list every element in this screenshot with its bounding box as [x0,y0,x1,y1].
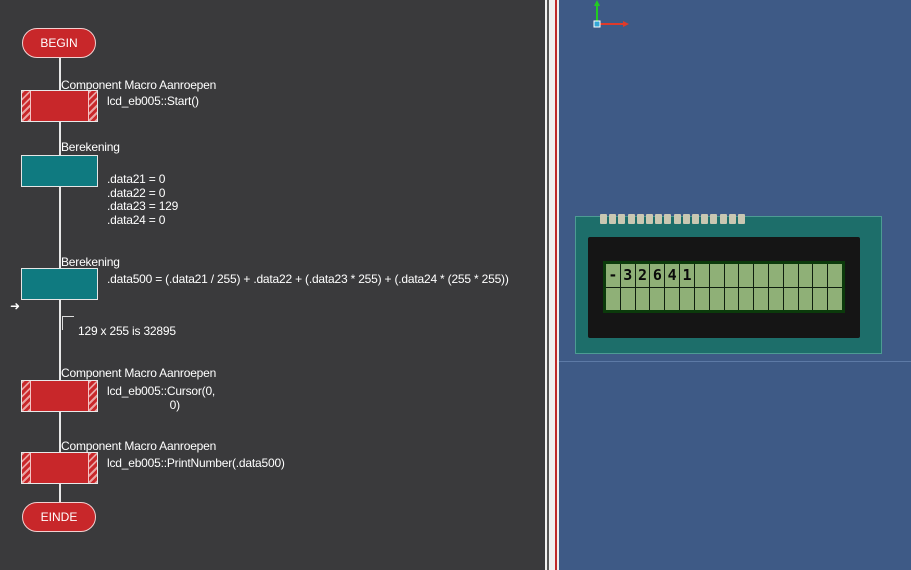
macro-stripe-left [22,453,31,483]
lcd-char-cell [620,287,635,310]
lcd-pin [673,214,681,224]
lcd-pin [636,214,644,224]
lcd-pin [664,214,672,224]
lcd-char-cell: 6 [650,264,665,287]
component-macro-icon[interactable] [21,380,98,412]
lcd-char-cell [739,264,754,287]
lcd-char-cell: 1 [680,264,694,287]
comment-bracket [62,316,74,330]
lcd-char-cell [665,287,680,310]
splitter-edge [547,0,549,570]
macro-icon-detail: lcd_eb005::PrintNumber(.data500) [107,456,285,470]
lcd-char-cell [754,287,768,310]
lcd-pin [710,214,718,224]
flow-connector [59,484,61,502]
lcd-char-cell [694,287,709,310]
macro-stripe-left [22,381,31,411]
lcd-char-cell [768,287,783,310]
lcd-char-cell [680,287,694,310]
lcd-pin [728,214,736,224]
lcd-char-cell [828,287,842,310]
lcd-char-cell: 4 [665,264,680,287]
lcd-char-cell [724,264,739,287]
lcd-character-grid: -32641 [606,264,842,310]
lcd-char-cell [783,264,798,287]
lcd-screen: -32641 [603,261,845,313]
flowchart-panel[interactable]: BEGIN Component Macro Aanroepen lcd_eb00… [0,0,545,570]
macro-stripe-left [22,91,31,121]
lcd-pin [646,214,653,224]
lcd-char-cell [783,287,798,310]
calc-icon-detail: .data21 = 0 .data22 = 0 .data23 = 129 .d… [107,172,179,227]
lcd-char-cell: - [606,264,620,287]
calc-icon-detail: .data500 = (.data21 / 255) + .data22 + (… [107,272,509,286]
macro-icon-title: Component Macro Aanroepen [61,439,217,453]
lcd-char-cell [813,264,828,287]
lcd-char-cell: 3 [620,264,635,287]
lcd-char-cell [650,287,665,310]
begin-terminator[interactable]: BEGIN [22,28,96,58]
lcd-char-cell: 2 [635,264,650,287]
lcd-char-cell [635,287,650,310]
calc-icon-title: Berekening [61,255,120,269]
macro-stripe-right [88,381,97,411]
calc-icon-title: Berekening [61,140,120,154]
component-macro-icon[interactable] [21,90,98,122]
calculation-icon[interactable] [21,268,98,300]
lcd-char-cell [709,264,724,287]
panel-divider [559,361,911,362]
lcd-pin [655,214,663,224]
lcd-char-cell [754,264,768,287]
macro-icon-detail: lcd_eb005::Start() [107,94,199,108]
lcd-char-cell [768,264,783,287]
simulation-panel[interactable]: -32641 [559,0,911,570]
comment-text[interactable]: 129 x 255 is 32895 [78,324,176,338]
lcd-pin [692,214,699,224]
lcd-pin [738,214,745,224]
component-macro-icon[interactable] [21,452,98,484]
lcd-pin [682,214,690,224]
lcd-pin [618,214,626,224]
calculation-icon[interactable] [21,155,98,187]
splitter-red-line [555,0,557,570]
lcd-pin [719,214,727,224]
end-terminator[interactable]: EINDE [22,502,96,532]
lcd-char-cell [606,287,620,310]
lcd-char-cell [709,287,724,310]
lcd-char-cell [724,287,739,310]
lcd-char-cell [798,287,813,310]
lcd-char-cell [798,264,813,287]
lcd-display-component[interactable]: -32641 [575,214,882,354]
macro-stripe-right [88,91,97,121]
lcd-char-cell [739,287,754,310]
macro-icon-title: Component Macro Aanroepen [61,366,217,380]
lcd-pin [627,214,635,224]
macro-icon-detail: lcd_eb005::Cursor(0, 0) [107,384,216,412]
panel-splitter[interactable] [545,0,559,570]
lcd-char-cell [694,264,709,287]
lcd-char-cell [828,264,842,287]
execution-arrow-icon: ➜ [10,299,21,313]
axis-gizmo-icon [593,0,629,28]
lcd-pin [600,214,607,224]
lcd-char-cell [813,287,828,310]
macro-stripe-right [88,453,97,483]
lcd-pin [701,214,709,224]
lcd-pin [609,214,617,224]
lcd-bezel: -32641 [588,237,860,338]
